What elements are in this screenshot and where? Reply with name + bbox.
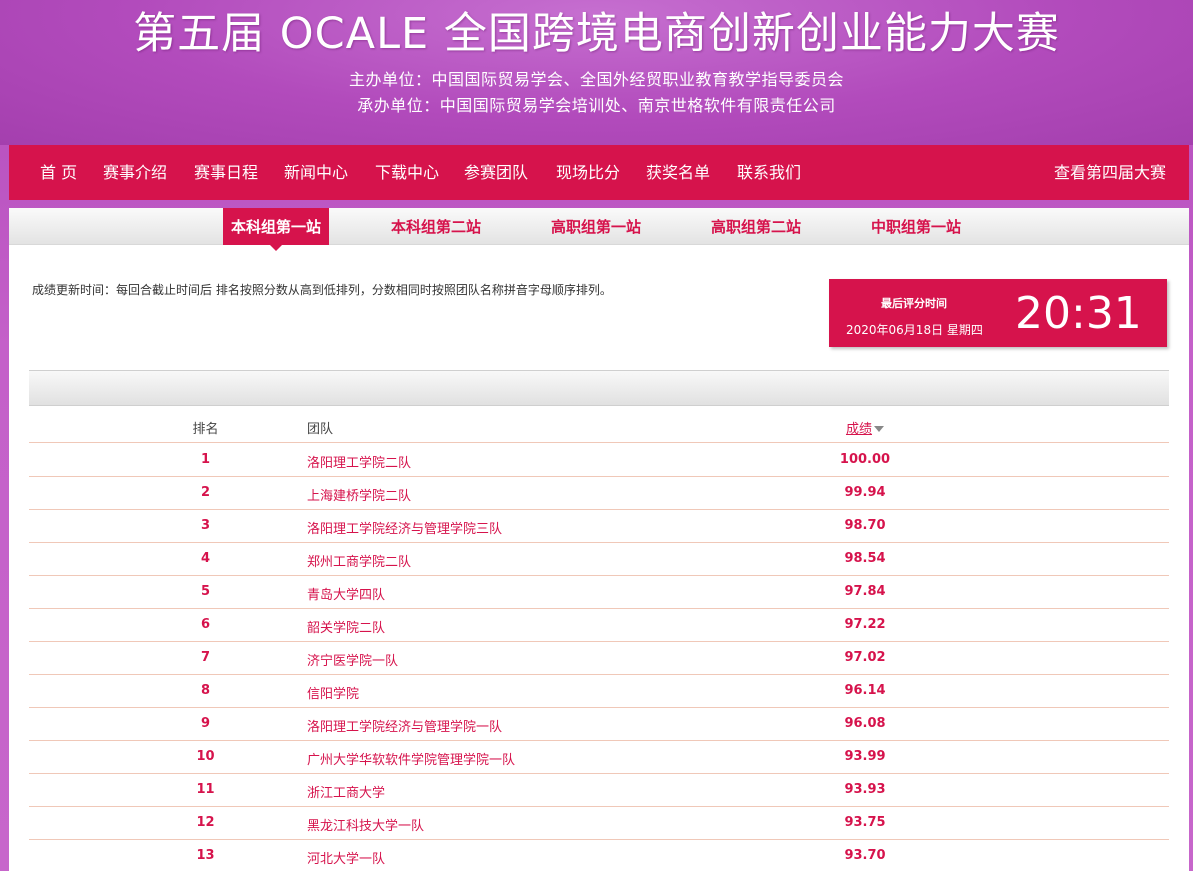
score-cell: 97.84 — [844, 584, 886, 599]
nav-item-home[interactable]: 首 页 — [40, 145, 77, 201]
nav-item-schedule[interactable]: 赛事日程 — [194, 145, 258, 201]
table-row: 2 上海建桥学院二队 99.94 — [29, 477, 1169, 510]
score-cell: 93.75 — [844, 815, 886, 830]
rank-cell: 10 — [196, 749, 215, 764]
tab-secondary-stage-1[interactable]: 中职组第一站 — [871, 208, 961, 245]
rank-cell: 9 — [200, 716, 211, 731]
score-cell: 97.02 — [844, 650, 886, 665]
rank-cell: 4 — [200, 551, 211, 566]
nav-item-contact[interactable]: 联系我们 — [737, 145, 801, 201]
rank-header: 排名 — [192, 422, 219, 437]
page-banner: 第五届 OCALE 全国跨境电商创新创业能力大赛 主办单位：中国国际贸易学会、全… — [0, 0, 1193, 145]
table-header: 排名 团队 成绩 — [29, 409, 1169, 443]
team-link[interactable]: 黑龙江科技大学一队 — [307, 815, 424, 834]
table-row: 5 青岛大学四队 97.84 — [29, 576, 1169, 609]
nav-item-intro[interactable]: 赛事介绍 — [103, 145, 167, 201]
score-cell: 99.94 — [844, 485, 886, 500]
nav-item-teams[interactable]: 参赛团队 — [464, 145, 528, 201]
nav-item-news[interactable]: 新闻中心 — [284, 145, 348, 201]
main-nav: 首 页 赛事介绍 赛事日程 新闻中心 下载中心 参赛团队 现场比分 获奖名单 联… — [9, 145, 1189, 200]
last-score-clock: 20:31 — [1015, 288, 1142, 339]
table-row: 9 洛阳理工学院经济与管理学院一队 96.08 — [29, 708, 1169, 741]
sort-desc-icon — [874, 426, 884, 432]
organizer-line: 主办单位：中国国际贸易学会、全国外经贸职业教育教学指导委员会 — [348, 70, 844, 89]
stage-tabs: 本科组第一站 本科组第二站 高职组第一站 高职组第二站 中职组第一站 — [9, 208, 1189, 251]
team-link[interactable]: 上海建桥学院二队 — [307, 485, 411, 504]
score-sort-link[interactable]: 成绩 — [846, 422, 872, 437]
tab-undergrad-stage-2[interactable]: 本科组第二站 — [391, 208, 481, 245]
team-link[interactable]: 信阳学院 — [307, 683, 359, 702]
team-link[interactable]: 洛阳理工学院二队 — [307, 452, 411, 471]
team-link[interactable]: 广州大学华软软件学院管理学院一队 — [307, 749, 515, 768]
table-row: 11 浙江工商大学 93.93 — [29, 774, 1169, 807]
score-cell: 93.93 — [844, 782, 886, 797]
contest-title: 第五届 OCALE 全国跨境电商创新创业能力大赛 — [133, 9, 1060, 59]
rank-cell: 11 — [196, 782, 215, 797]
table-row: 8 信阳学院 96.14 — [29, 675, 1169, 708]
rank-cell: 8 — [200, 683, 211, 698]
team-link[interactable]: 浙江工商大学 — [307, 782, 385, 801]
last-score-time-panel: 最后评分时间 2020年06月18日 星期四 20:31 — [829, 279, 1167, 347]
update-note: 成绩更新时间：每回合截止时间后 排名按照分数从高到低排列，分数相同时按照团队名称… — [32, 283, 612, 297]
rank-cell: 3 — [200, 518, 211, 533]
score-cell: 96.14 — [844, 683, 886, 698]
table-row: 1 洛阳理工学院二队 100.00 — [29, 444, 1169, 477]
team-link[interactable]: 洛阳理工学院经济与管理学院一队 — [307, 716, 502, 735]
table-row: 3 洛阳理工学院经济与管理学院三队 98.70 — [29, 510, 1169, 543]
rank-cell: 5 — [200, 584, 211, 599]
rank-cell: 13 — [196, 848, 215, 863]
table-row: 7 济宁医学院一队 97.02 — [29, 642, 1169, 675]
score-cell: 97.22 — [844, 617, 886, 632]
tab-undergrad-stage-1[interactable]: 本科组第一站 — [223, 208, 330, 251]
team-link[interactable]: 郑州工商学院二队 — [307, 551, 411, 570]
score-cell: 100.00 — [839, 452, 891, 467]
score-cell: 96.08 — [844, 716, 886, 731]
team-link[interactable]: 青岛大学四队 — [307, 584, 385, 603]
rank-cell: 1 — [200, 452, 211, 467]
team-link[interactable]: 河北大学一队 — [307, 848, 385, 867]
host-line: 承办单位：中国国际贸易学会培训处、南京世格软件有限责任公司 — [357, 96, 836, 115]
rank-cell: 7 — [200, 650, 211, 665]
rank-cell: 6 — [200, 617, 211, 632]
rank-cell: 2 — [200, 485, 211, 500]
tab-vocational-stage-2[interactable]: 高职组第二站 — [711, 208, 801, 245]
score-cell: 93.70 — [844, 848, 886, 863]
nav-item-winners[interactable]: 获奖名单 — [646, 145, 710, 201]
table-row: 6 韶关学院二队 97.22 — [29, 609, 1169, 642]
team-header: 团队 — [307, 422, 334, 437]
nav-item-live-score[interactable]: 现场比分 — [556, 145, 620, 201]
team-link[interactable]: 洛阳理工学院经济与管理学院三队 — [307, 518, 502, 537]
last-score-time-label: 最后评分时间 — [881, 297, 947, 310]
table-row: 10 广州大学华软软件学院管理学院一队 93.99 — [29, 741, 1169, 774]
score-cell: 93.99 — [844, 749, 886, 764]
table-row: 4 郑州工商学院二队 98.54 — [29, 543, 1169, 576]
team-link[interactable]: 韶关学院二队 — [307, 617, 385, 636]
nav-item-downloads[interactable]: 下载中心 — [375, 145, 439, 201]
main-content: 本科组第一站 本科组第二站 高职组第一站 高职组第二站 中职组第一站 成绩更新时… — [9, 208, 1189, 871]
score-cell: 98.70 — [844, 518, 886, 533]
table-row: 12 黑龙江科技大学一队 93.75 — [29, 807, 1169, 840]
score-header[interactable]: 成绩 — [809, 418, 921, 437]
score-cell: 98.54 — [844, 551, 886, 566]
team-link[interactable]: 济宁医学院一队 — [307, 650, 398, 669]
last-score-date: 2020年06月18日 星期四 — [846, 323, 983, 337]
tab-vocational-stage-1[interactable]: 高职组第一站 — [551, 208, 641, 245]
table-row: 13 河北大学一队 93.70 — [29, 840, 1169, 871]
rank-cell: 12 — [196, 815, 215, 830]
previous-contest-link[interactable]: 查看第四届大赛 — [1054, 145, 1166, 201]
ranking-table: 1 洛阳理工学院二队 100.00 2 上海建桥学院二队 99.94 3 洛阳理工学院经济与管… — [29, 444, 1169, 871]
table-band — [29, 370, 1169, 406]
